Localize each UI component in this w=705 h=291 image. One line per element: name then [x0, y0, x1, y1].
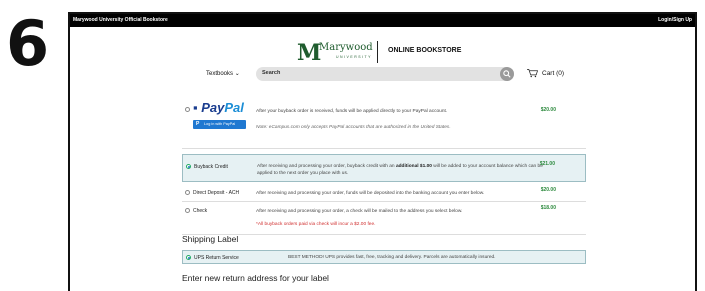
shipping-option-ups[interactable]: UPS Return Service BEST METHOD! UPS prov… — [182, 250, 586, 264]
ach-amount: $20.00 — [540, 187, 556, 193]
search-icon[interactable] — [500, 67, 514, 81]
radio-paypal[interactable] — [185, 107, 190, 112]
payment-option-check[interactable]: Check After receiving and processing you… — [182, 202, 586, 235]
search-placeholder: Search — [262, 70, 281, 76]
paypal-login-button[interactable]: Log in with PayPal — [193, 120, 246, 129]
payment-option-buyback[interactable]: Buyback Credit After receiving and proce… — [182, 154, 586, 182]
radio-ups[interactable] — [186, 255, 191, 260]
paypal-amount: $20.00 — [540, 107, 556, 113]
header-logo[interactable]: M Marywood UNIVERSITY ONLINE BOOKSTORE — [70, 38, 695, 68]
textbooks-menu[interactable]: Textbooks ⌄ — [206, 70, 240, 77]
textbooks-label: Textbooks — [206, 71, 234, 77]
check-fee-note: *All buyback orders paid via check will … — [256, 222, 376, 227]
buyback-amount: $21.00 — [539, 161, 555, 167]
top-bar: Marywood University Official Bookstore L… — [70, 14, 695, 27]
cart-button[interactable]: Cart (0) — [527, 68, 564, 78]
payment-option-paypal[interactable]: ▪ PayPal Log in with PayPal After your b… — [182, 98, 586, 149]
return-address-title: Enter new return address for your label — [182, 273, 329, 283]
payment-option-ach[interactable]: Direct Deposit - ACH After receiving and… — [182, 182, 586, 202]
radio-buyback[interactable] — [186, 164, 191, 169]
buyback-label: Buyback Credit — [194, 164, 228, 170]
login-link[interactable]: Login/Sign Up — [658, 14, 692, 27]
paypal-prefix: Pay — [201, 100, 225, 115]
paypal-logo: ▪ PayPal — [193, 100, 244, 115]
paypal-desc: After your buyback order is received, fu… — [256, 109, 448, 114]
check-label: Check — [193, 208, 208, 214]
buyback-desc-pre: After receiving and processing your orde… — [257, 164, 395, 169]
ach-desc: After receiving and processing your orde… — [256, 191, 485, 196]
buyback-desc: After receiving and processing your orde… — [257, 163, 557, 177]
browser-frame: Marywood University Official Bookstore L… — [68, 12, 697, 291]
paypal-suffix: Pal — [224, 100, 244, 115]
logo-store-title: ONLINE BOOKSTORE — [388, 47, 462, 54]
logo-m: M — [297, 40, 322, 66]
nav-row: Textbooks ⌄ Search Cart (0) — [70, 67, 695, 83]
payment-options: ▪ PayPal Log in with PayPal After your b… — [182, 98, 586, 235]
cart-icon — [527, 68, 538, 78]
cart-label: Cart (0) — [542, 69, 565, 77]
store-name: Marywood University Official Bookstore — [73, 17, 168, 23]
step-number: 6 — [6, 7, 50, 80]
radio-check[interactable] — [185, 208, 190, 213]
ach-label: Direct Deposit - ACH — [193, 190, 240, 196]
check-amount: $18.00 — [540, 205, 556, 211]
logo-divider — [377, 41, 378, 63]
check-desc: After receiving and processing your orde… — [256, 209, 463, 214]
chevron-down-icon: ⌄ — [234, 71, 240, 77]
ups-label: UPS Return Service — [194, 255, 239, 261]
buyback-bonus: additional $1.00 — [395, 164, 432, 169]
ups-desc: BEST METHOD! UPS provides fast, free, tr… — [288, 255, 496, 260]
radio-ach[interactable] — [185, 190, 190, 195]
logo-sub: UNIVERSITY — [336, 55, 373, 59]
search-input[interactable]: Search — [256, 67, 514, 81]
shipping-label-title: Shipping Label — [182, 234, 239, 244]
logo-name: Marywood — [319, 42, 373, 53]
paypal-note: Note: eCampus.com only accepts PayPal ac… — [256, 125, 451, 130]
